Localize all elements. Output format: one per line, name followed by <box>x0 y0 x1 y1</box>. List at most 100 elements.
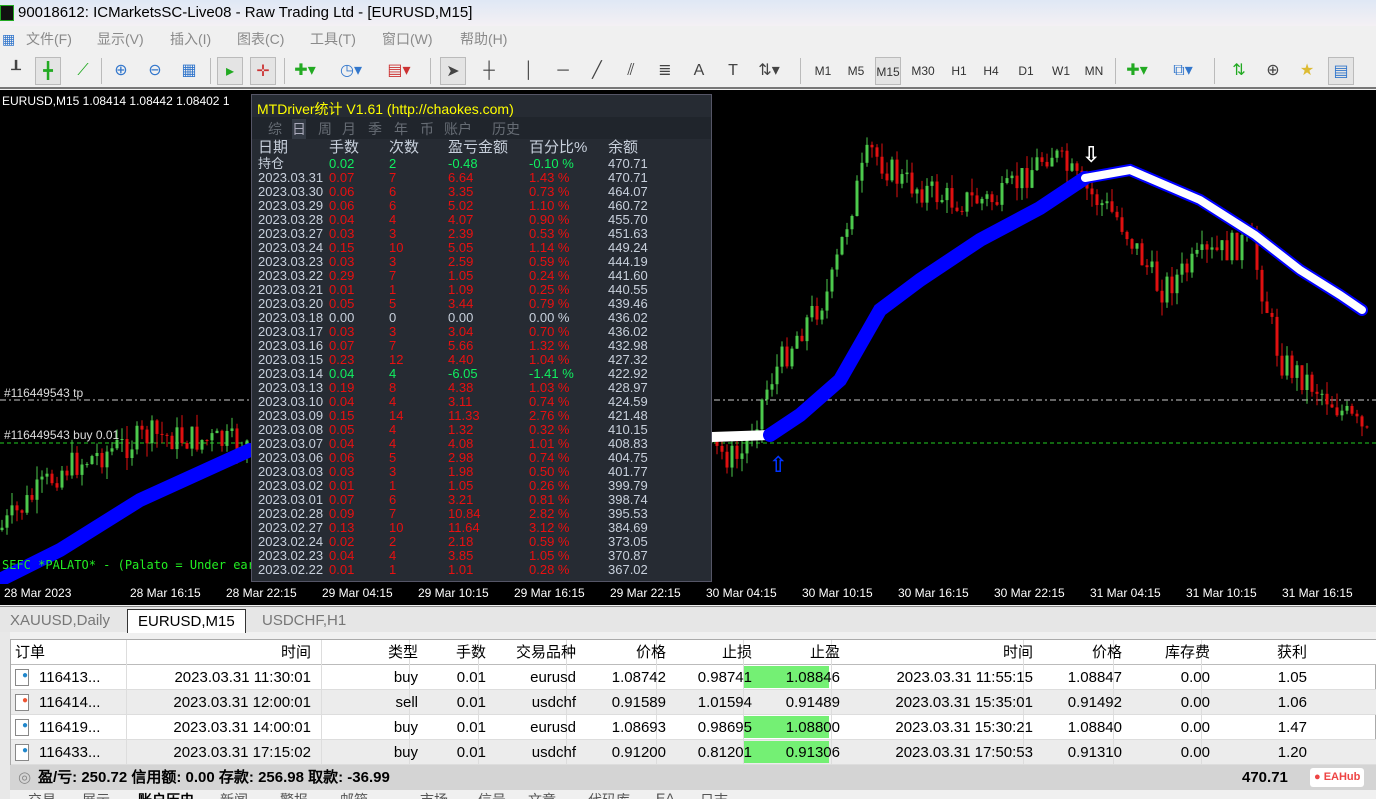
tf-m15[interactable]: M15 <box>875 57 901 85</box>
fibonacci-icon[interactable]: ≣ <box>652 57 678 85</box>
chart-tab-xauusd[interactable]: XAUUSD,Daily <box>0 609 120 633</box>
candle-body <box>1335 407 1339 416</box>
terminal-tab[interactable]: 新闻 <box>220 790 248 799</box>
menu-file[interactable]: 文件(F) <box>26 26 72 53</box>
autoscroll-icon[interactable]: ✛ <box>250 57 276 85</box>
profiles-icon[interactable]: ⧉▾ <box>1170 57 1196 85</box>
terminal-tab[interactable]: 日志 <box>700 790 728 799</box>
navigator-crosshair-icon[interactable]: ⊕ <box>1260 57 1286 85</box>
candle-body <box>1045 161 1049 167</box>
favorites-icon[interactable]: ★ <box>1294 57 1320 85</box>
stats-tab[interactable]: 账户 <box>444 119 472 139</box>
column-header[interactable]: 止盈 <box>810 640 840 665</box>
cursor-icon[interactable]: ➤ <box>440 57 466 85</box>
column-header[interactable]: 手数 <box>456 640 486 665</box>
candle-body <box>720 445 724 452</box>
terminal-icon[interactable]: ▤ <box>1328 57 1354 85</box>
terminal-tab[interactable]: 警报 <box>280 790 308 799</box>
cell: 2023.03.31 11:30:01 <box>174 669 311 686</box>
menu-charts[interactable]: 图表(C) <box>237 26 284 53</box>
terminal-tab[interactable]: 交易 <box>28 790 56 799</box>
stats-cell: 0.06 <box>329 450 355 465</box>
menu-insert[interactable]: 插入(I) <box>170 26 211 53</box>
templates-icon[interactable]: ▤▾ <box>386 57 412 85</box>
horizontal-line-icon[interactable]: ─ <box>550 57 576 85</box>
terminal-tab[interactable]: 代码库 <box>588 790 630 799</box>
column-header[interactable]: 止损 <box>722 640 752 665</box>
column-header[interactable]: 时间 <box>1003 640 1033 665</box>
chart-tab-eurusd[interactable]: EURUSD,M15 <box>127 609 246 633</box>
stats-cell: 0.79 % <box>529 296 570 311</box>
terminal-tab[interactable]: EA <box>656 790 675 799</box>
chart-shift-icon[interactable]: ▸ <box>217 57 243 85</box>
candle-chart-icon[interactable]: ╋ <box>35 57 61 85</box>
periods-clock-icon[interactable]: ◷▾ <box>338 57 364 85</box>
column-header[interactable]: 库存费 <box>1165 640 1210 665</box>
column-header[interactable]: 类型 <box>388 640 418 665</box>
column-header[interactable]: 获利 <box>1277 640 1307 665</box>
stats-tab[interactable]: 月 <box>342 119 356 139</box>
bar-chart-icon[interactable]: ┸ <box>3 57 29 85</box>
stats-cell: 4.38 <box>448 380 474 395</box>
zoom-in-icon[interactable]: ⊕ <box>108 57 134 85</box>
column-header[interactable]: 价格 <box>636 640 666 665</box>
tf-m1[interactable]: M1 <box>810 57 836 85</box>
line-chart-icon[interactable]: ⟋ <box>70 57 96 85</box>
vertical-line-icon[interactable]: │ <box>516 57 542 85</box>
column-header[interactable]: 价格 <box>1092 640 1122 665</box>
tf-d1[interactable]: D1 <box>1013 57 1039 85</box>
terminal-tab[interactable]: 展示 <box>82 790 110 799</box>
tf-h1[interactable]: H1 <box>946 57 972 85</box>
new-chart-icon[interactable]: ✚▾ <box>1124 57 1150 85</box>
menu-view[interactable]: 显示(V) <box>97 26 144 53</box>
terminal-tab[interactable]: 账户历史 <box>138 790 194 799</box>
terminal-tab[interactable]: 市场 <box>420 790 448 799</box>
stats-tab[interactable]: 币 <box>420 119 434 139</box>
column-header[interactable]: 订单 <box>15 640 45 665</box>
menu-tools[interactable]: 工具(T) <box>310 26 356 53</box>
table-row[interactable]: 116433... 2023.03.31 17:15:02 buy 0.01 usdch… <box>11 740 1376 765</box>
table-row[interactable]: 116413... 2023.03.31 11:30:01 buy 0.01 eurus… <box>11 665 1376 690</box>
candle-body <box>1145 265 1149 268</box>
table-row[interactable]: 116419... 2023.03.31 14:00:01 buy 0.01 eurus… <box>11 715 1376 740</box>
zoom-out-icon[interactable]: ⊖ <box>142 57 168 85</box>
cell: 1.05 <box>1277 669 1307 686</box>
tf-w1[interactable]: W1 <box>1048 57 1074 85</box>
tf-m5[interactable]: M5 <box>843 57 869 85</box>
candle-body <box>125 438 129 458</box>
time-label: 29 Mar 04:15 <box>322 586 393 600</box>
column-header[interactable]: 交易品种 <box>516 640 576 665</box>
candle-body <box>1035 157 1039 171</box>
candle-body <box>1315 391 1319 394</box>
terminal-tab[interactable]: 文章 <box>528 790 556 799</box>
crosshair-icon[interactable]: ┼ <box>476 57 502 85</box>
table-row[interactable]: 116414... 2023.03.31 12:00:01 sell 0.01 usdc… <box>11 690 1376 715</box>
stats-tab[interactable]: 年 <box>394 119 408 139</box>
menu-window[interactable]: 窗口(W) <box>382 26 433 53</box>
stats-tab[interactable]: 历史 <box>492 119 520 139</box>
tf-h4[interactable]: H4 <box>978 57 1004 85</box>
doc-icon[interactable]: ▦ <box>2 26 15 53</box>
terminal-tab[interactable]: 邮箱 <box>340 790 368 799</box>
stats-row: 2023.03.14 0.04 4 -6.05 -1.41 % 422.92 <box>258 367 708 381</box>
terminal-tab[interactable]: 信号 <box>478 790 506 799</box>
market-watch-icon[interactable]: ⇅ <box>1226 57 1252 85</box>
arrows-icon[interactable]: ⇅▾ <box>756 57 782 85</box>
stats-tab[interactable]: 季 <box>368 119 382 139</box>
tile-windows-icon[interactable]: ▦ <box>176 57 202 85</box>
candle-body <box>1030 170 1034 188</box>
equidistant-channel-icon[interactable]: ⫽ <box>618 57 644 85</box>
stats-tab[interactable]: 日 <box>292 119 306 139</box>
stats-tab[interactable]: 周 <box>318 119 332 139</box>
indicators-icon[interactable]: ✚▾ <box>292 57 318 85</box>
trendline-icon[interactable]: ╱ <box>584 57 610 85</box>
tf-m30[interactable]: M30 <box>910 57 936 85</box>
candle-body <box>205 440 209 442</box>
chart-tab-usdchf[interactable]: USDCHF,H1 <box>252 609 356 633</box>
tf-mn[interactable]: MN <box>1081 57 1107 85</box>
text-icon[interactable]: A <box>686 57 712 85</box>
menu-help[interactable]: 帮助(H) <box>460 26 507 53</box>
stats-tab[interactable]: 综 <box>268 119 282 139</box>
text-label-icon[interactable]: T <box>720 57 746 85</box>
column-header[interactable]: 时间 <box>281 640 311 665</box>
